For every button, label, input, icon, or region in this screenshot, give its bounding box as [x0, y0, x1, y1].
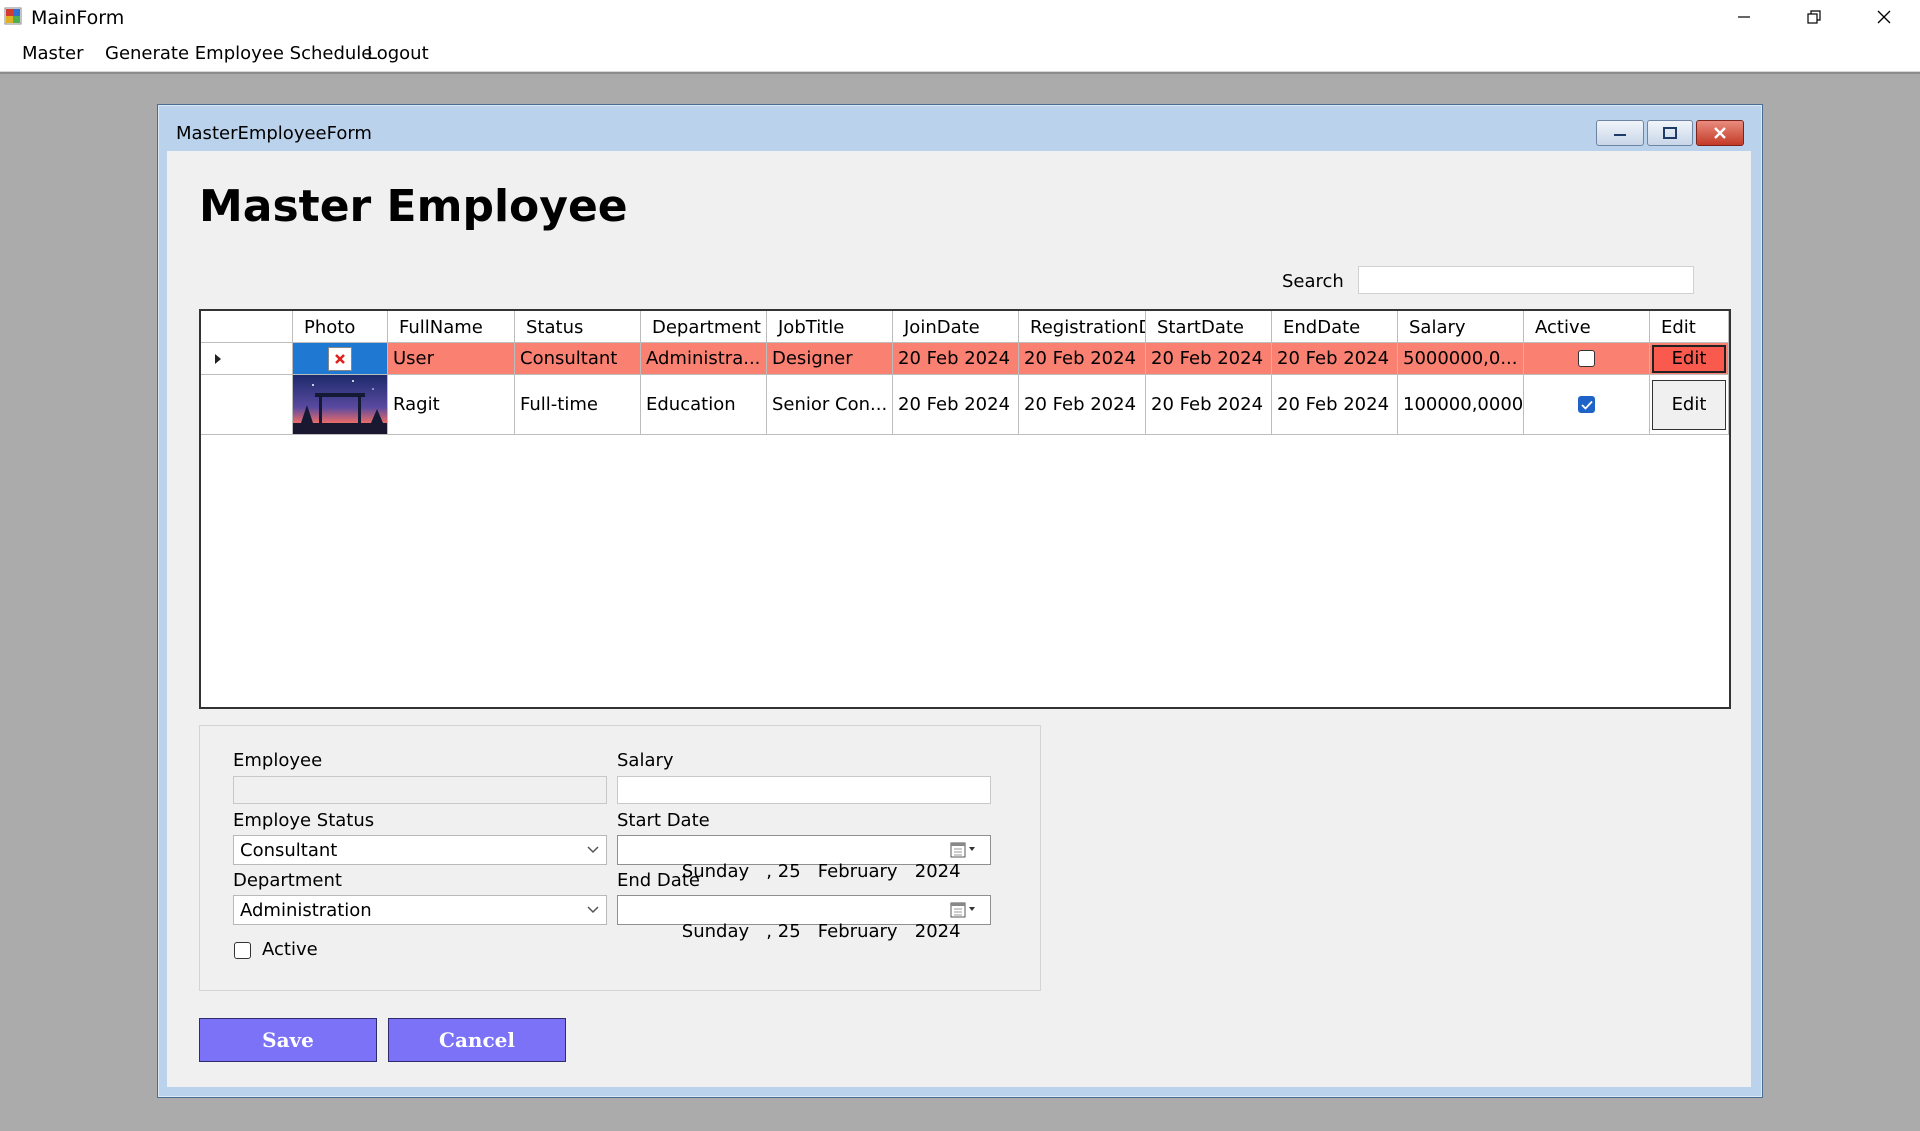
- checkmark-icon: [1580, 400, 1593, 410]
- employee-field[interactable]: [233, 776, 607, 804]
- employee-status-value: Consultant: [240, 840, 338, 861]
- column-header-jobtitle[interactable]: JobTitle: [767, 311, 893, 343]
- employee-label: Employee: [233, 750, 323, 771]
- table-cell-photo[interactable]: [293, 343, 388, 375]
- table-cell-department[interactable]: Administra...: [641, 343, 767, 375]
- column-header-startdate[interactable]: StartDate: [1146, 311, 1272, 343]
- grid-corner-header: [201, 311, 293, 343]
- row-header[interactable]: [201, 343, 293, 375]
- form-client-area: Master Employee Search Photo FullName St…: [167, 151, 1751, 1087]
- end-date-value: Sunday , 25 February 2024: [681, 921, 961, 942]
- column-header-status[interactable]: Status: [515, 311, 641, 343]
- column-header-active[interactable]: Active: [1524, 311, 1650, 343]
- table-cell-status[interactable]: Consultant: [515, 343, 641, 375]
- active-checkbox[interactable]: [1578, 396, 1595, 413]
- column-header-registrationdate[interactable]: RegistrationD: [1019, 311, 1146, 343]
- chevron-down-icon: [587, 906, 599, 914]
- table-cell-salary[interactable]: 100000,0000: [1398, 375, 1524, 435]
- broken-image-icon: [328, 346, 352, 371]
- restore-icon: [1807, 10, 1821, 24]
- menu-bar: Master Generate Employee Schedule Logout: [0, 34, 1920, 72]
- department-label: Department: [233, 870, 342, 891]
- child-minimize-button[interactable]: [1596, 120, 1644, 146]
- search-input[interactable]: [1358, 266, 1694, 294]
- close-button[interactable]: [1849, 0, 1919, 34]
- table-cell-enddate[interactable]: 20 Feb 2024: [1272, 343, 1398, 375]
- employee-grid: Photo FullName Status Department JobTitl…: [199, 309, 1731, 709]
- start-date-value: Sunday , 25 February 2024: [681, 861, 961, 882]
- table-cell-edit: Edit: [1650, 343, 1729, 375]
- save-button[interactable]: Save: [199, 1018, 377, 1062]
- minimize-icon: [1738, 16, 1750, 18]
- table-cell-fullname[interactable]: User: [388, 343, 515, 375]
- search-label: Search: [1282, 271, 1344, 292]
- maximize-icon: [1663, 127, 1677, 139]
- edit-button[interactable]: Edit: [1652, 344, 1726, 373]
- start-date-label: Start Date: [617, 810, 710, 831]
- current-row-arrow-icon: [215, 353, 221, 364]
- table-cell-joindate[interactable]: 20 Feb 2024: [893, 375, 1019, 435]
- column-header-fullname[interactable]: FullName: [388, 311, 515, 343]
- minimize-button[interactable]: [1709, 0, 1779, 34]
- table-cell-jobtitle[interactable]: Designer: [767, 343, 893, 375]
- table-cell-edit: Edit: [1650, 375, 1729, 435]
- child-close-button[interactable]: [1696, 120, 1744, 146]
- table-cell-startdate[interactable]: 20 Feb 2024: [1146, 343, 1272, 375]
- restore-button[interactable]: [1779, 0, 1849, 34]
- department-value: Administration: [240, 900, 372, 921]
- menu-master[interactable]: Master: [22, 43, 83, 64]
- master-employee-window: MasterEmployeeForm Master Employee Searc…: [157, 104, 1763, 1098]
- column-header-edit[interactable]: Edit: [1650, 311, 1729, 343]
- minimize-icon: [1614, 134, 1626, 136]
- close-icon: [1714, 127, 1726, 139]
- table-cell-active: [1524, 343, 1650, 375]
- active-label: Active: [262, 939, 318, 960]
- calendar-dropdown-icon[interactable]: [950, 841, 982, 859]
- page-title: Master Employee: [199, 181, 628, 232]
- employee-photo: [293, 375, 387, 434]
- table-cell-salary[interactable]: 5000000,0...: [1398, 343, 1524, 375]
- table-cell-startdate[interactable]: 20 Feb 2024: [1146, 375, 1272, 435]
- active-checkbox[interactable]: [234, 942, 251, 959]
- table-cell-jobtitle[interactable]: Senior Con...: [767, 375, 893, 435]
- app-icon: [4, 7, 22, 25]
- row-header[interactable]: [201, 375, 293, 435]
- end-date-picker[interactable]: Sunday , 25 February 2024: [617, 895, 991, 942]
- calendar-dropdown-icon[interactable]: [950, 901, 982, 919]
- table-cell-fullname[interactable]: Ragit: [388, 375, 515, 435]
- column-header-salary[interactable]: Salary: [1398, 311, 1524, 343]
- table-cell-photo[interactable]: [293, 375, 388, 435]
- edit-button[interactable]: Edit: [1652, 379, 1726, 430]
- salary-label: Salary: [617, 750, 674, 771]
- table-cell-registrationdate[interactable]: 20 Feb 2024: [1019, 343, 1146, 375]
- child-window-title: MasterEmployeeForm: [176, 123, 372, 144]
- active-checkbox[interactable]: [1578, 350, 1595, 367]
- close-icon: [1877, 10, 1891, 24]
- employee-form-group: Employee Salary Employe Status Consultan…: [199, 725, 1041, 991]
- table-cell-status[interactable]: Full-time: [515, 375, 641, 435]
- app-titlebar: MainForm: [0, 0, 1920, 34]
- cancel-button[interactable]: Cancel: [388, 1018, 566, 1062]
- column-header-joindate[interactable]: JoinDate: [893, 311, 1019, 343]
- table-cell-registrationdate[interactable]: 20 Feb 2024: [1019, 375, 1146, 435]
- app-title: MainForm: [31, 7, 125, 29]
- department-select[interactable]: Administration: [233, 895, 607, 925]
- column-header-department[interactable]: Department: [641, 311, 767, 343]
- start-date-picker[interactable]: Sunday , 25 February 2024: [617, 835, 991, 882]
- child-maximize-button[interactable]: [1647, 120, 1693, 146]
- chevron-down-icon: [587, 846, 599, 854]
- menu-logout[interactable]: Logout: [367, 43, 429, 64]
- employee-status-label: Employe Status: [233, 810, 375, 831]
- column-header-enddate[interactable]: EndDate: [1272, 311, 1398, 343]
- table-cell-active: [1524, 375, 1650, 435]
- end-date-label: End Date: [617, 870, 700, 891]
- table-cell-department[interactable]: Education: [641, 375, 767, 435]
- table-cell-enddate[interactable]: 20 Feb 2024: [1272, 375, 1398, 435]
- menu-generate-employee-schedule[interactable]: Generate Employee Schedule: [105, 43, 372, 64]
- column-header-photo[interactable]: Photo: [293, 311, 388, 343]
- salary-field[interactable]: [617, 776, 991, 804]
- table-cell-joindate[interactable]: 20 Feb 2024: [893, 343, 1019, 375]
- employee-status-select[interactable]: Consultant: [233, 835, 607, 865]
